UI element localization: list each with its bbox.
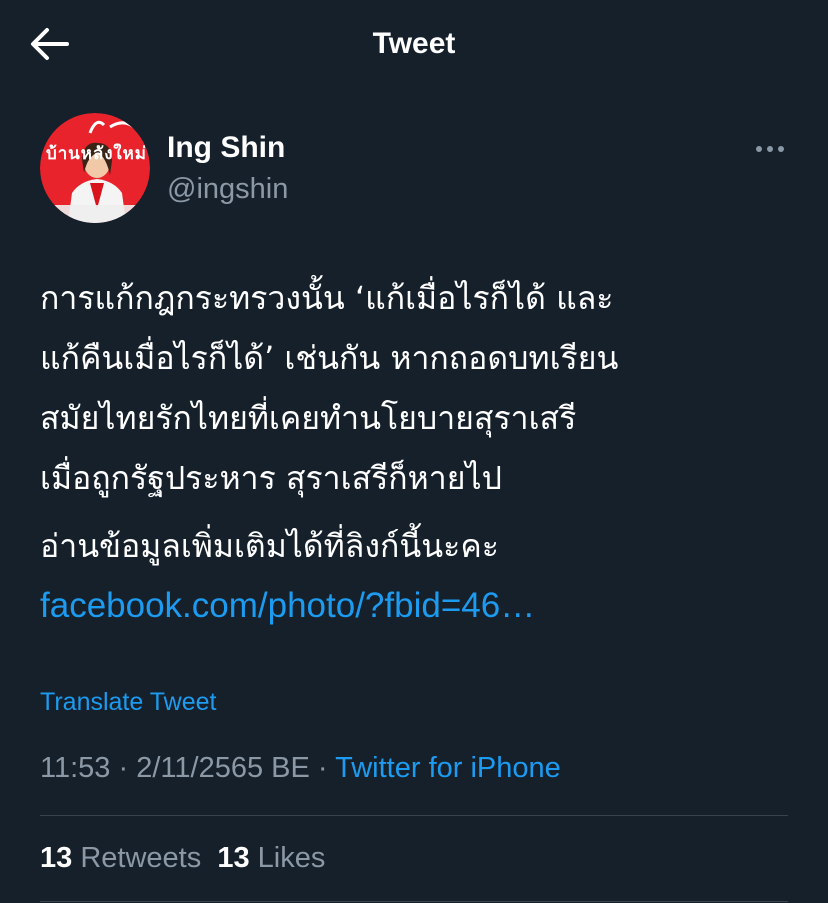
divider xyxy=(40,901,788,902)
meta-separator: · xyxy=(317,752,328,784)
tweet-source-link[interactable]: Twitter for iPhone xyxy=(335,752,561,784)
tweet-link[interactable]: facebook.com/photo/?fbid=46… xyxy=(40,586,535,625)
likes-stat[interactable]: 13 Likes xyxy=(217,842,325,874)
tweet-meta: 11:53 · 2/11/2565 BE · Twitter for iPhon… xyxy=(40,750,561,786)
tweet-text-line: อ่านข้อมูลเพิ่มเติมได้ที่ลิงก์นี้นะคะ xyxy=(40,527,499,565)
meta-separator: · xyxy=(118,752,129,784)
divider xyxy=(40,815,788,816)
more-options-button[interactable] xyxy=(750,136,790,162)
tweet-text-line: สมัยไทยรักไทยที่เคยทำนโยบายสุราเสรี xyxy=(40,399,577,437)
tweet-text: การแก้กฎกระทรวงนั้น ‘แก้เมื่อไรก็ได้ และ… xyxy=(40,268,800,636)
author-display-name[interactable]: Ing Shin xyxy=(167,130,285,166)
retweets-label: Retweets xyxy=(80,842,202,874)
likes-count: 13 xyxy=(217,842,250,874)
tweet-date: 2/11/2565 BE xyxy=(136,752,310,784)
tweet-text-line: เมื่อถูกรัฐประหาร สุราเสรีก็หายไป xyxy=(40,459,502,497)
translate-tweet-link[interactable]: Translate Tweet xyxy=(40,685,216,719)
avatar-logo-text: บ้านหลังใหม่ xyxy=(46,143,146,164)
tweet-stats: 13 Retweets 13 Likes xyxy=(40,840,325,876)
author-handle[interactable]: @ingshin xyxy=(167,171,288,207)
tweet-detail-page: Tweet บ้านหลังใหม่ Ing Shin @ingshin การ… xyxy=(0,0,828,903)
tweet-link-line: facebook.com/photo/?fbid=46… xyxy=(40,576,800,636)
more-horizontal-icon xyxy=(756,146,784,152)
retweets-count: 13 xyxy=(40,842,73,874)
avatar[interactable]: บ้านหลังใหม่ xyxy=(40,113,150,223)
tweet-text-line: แก้คืนเมื่อไรก็ได้’ เช่นกัน หากถอดบทเรีย… xyxy=(40,339,619,377)
likes-label: Likes xyxy=(257,842,326,874)
top-bar: Tweet xyxy=(0,0,828,90)
tweet-text-line: การแก้กฎกระทรวงนั้น ‘แก้เมื่อไรก็ได้ และ xyxy=(40,279,614,317)
tweet-time: 11:53 xyxy=(40,752,111,784)
profile-photo: บ้านหลังใหม่ xyxy=(40,113,150,223)
page-title: Tweet xyxy=(372,27,456,60)
retweets-stat[interactable]: 13 Retweets xyxy=(40,842,201,874)
